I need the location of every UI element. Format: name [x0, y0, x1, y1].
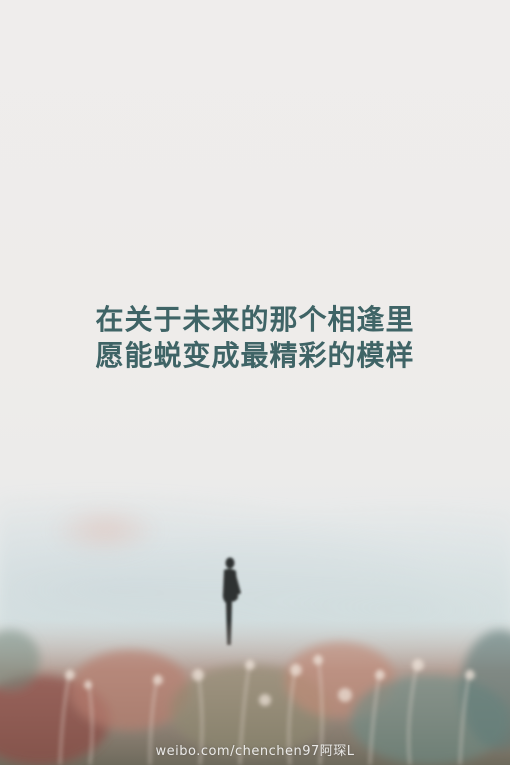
photo-canvas: 在关于未来的那个相逢里 愿能蜕变成最精彩的模样 weibo.com/chench… — [0, 0, 510, 765]
quote-text: 在关于未来的那个相逢里 愿能蜕变成最精彩的模样 — [0, 302, 510, 374]
weibo-watermark: weibo.com/chenchen97阿琛L — [155, 744, 355, 759]
warm-haze — [50, 505, 160, 555]
quote-line-2: 愿能蜕变成最精彩的模样 — [95, 339, 415, 372]
quote-line-1: 在关于未来的那个相逢里 — [95, 303, 415, 336]
